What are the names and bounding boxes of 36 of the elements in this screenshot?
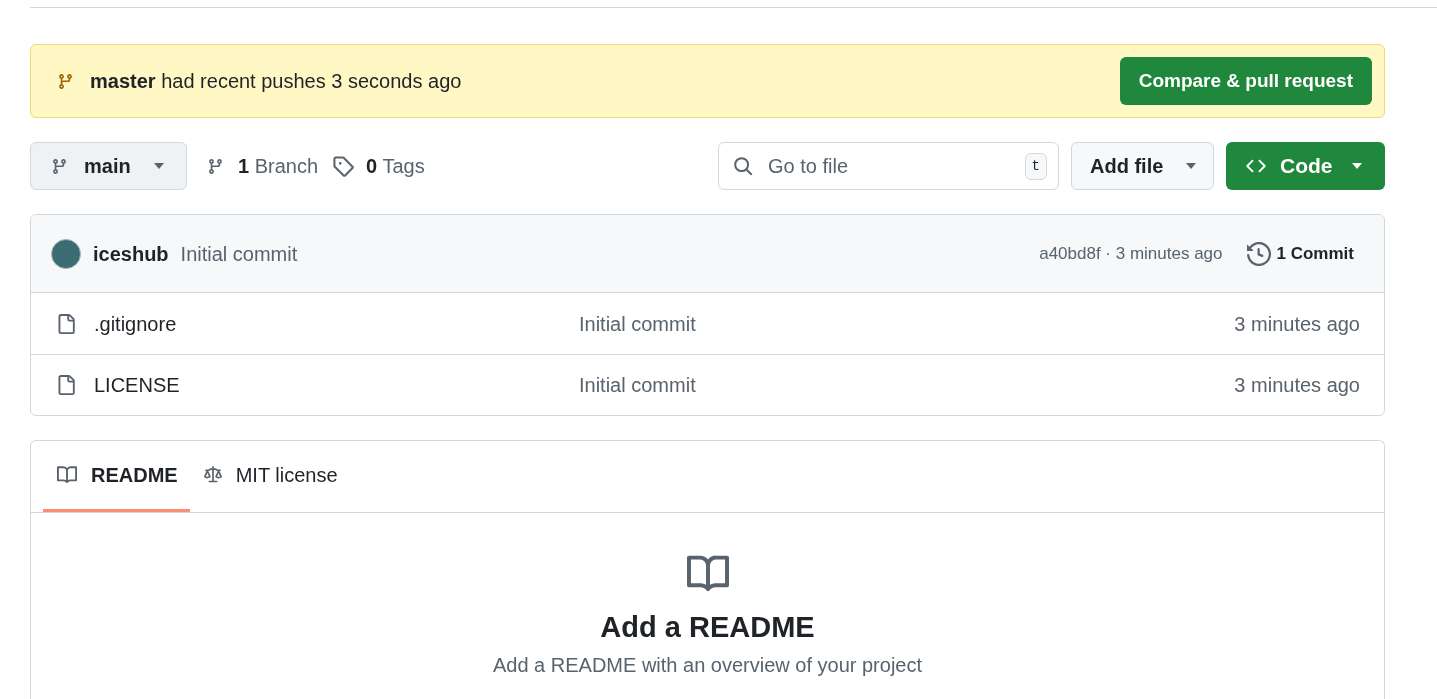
file-name-link[interactable]: .gitignore: [94, 308, 579, 339]
caret-icon: [1350, 162, 1363, 170]
code-button[interactable]: Code: [1226, 142, 1385, 190]
avatar: [51, 238, 81, 269]
branch-icon: [57, 72, 74, 90]
scale-icon: [201, 465, 224, 484]
shortcut-key: t: [1024, 153, 1047, 180]
commit-message: Initial commit: [180, 241, 298, 267]
file-commit-link[interactable]: Initial commit: [579, 308, 696, 339]
file-commit-link[interactable]: Initial commit: [579, 370, 696, 400]
compare-pull-request-button[interactable]: Compare & pull request: [1119, 57, 1372, 105]
book-icon: [55, 464, 79, 485]
add-file-button[interactable]: Add file: [1071, 142, 1214, 190]
commit-hash-time: a40bd8f · 3 minutes ago: [1039, 242, 1223, 265]
caret-icon: [152, 162, 165, 170]
history-icon: [1246, 241, 1271, 266]
file-name-link[interactable]: LICENSE: [94, 370, 579, 400]
branch-icon: [51, 157, 68, 175]
commits-link[interactable]: 1 Commit: [1246, 240, 1354, 267]
file-icon: [56, 374, 76, 396]
file-time: 3 minutes ago: [1234, 373, 1360, 398]
branch-selector[interactable]: main: [30, 142, 187, 190]
branch-icon: [207, 157, 224, 175]
readme-tab[interactable]: MIT license: [189, 440, 350, 512]
author-link[interactable]: iceshub: [93, 238, 169, 269]
search-icon: [732, 155, 754, 177]
file-time: 3 minutes ago: [1234, 311, 1360, 337]
tags-link[interactable]: 0 Tags: [332, 151, 425, 181]
readme-tab[interactable]: README: [43, 440, 190, 512]
push-message: master had recent pushes 3 seconds ago: [90, 69, 462, 94]
file-icon: [56, 312, 76, 335]
readme-title: Add a README: [600, 610, 815, 645]
branches-link[interactable]: 1 Branch: [207, 151, 319, 181]
caret-icon: [1185, 162, 1198, 170]
readme-description: Add a README with an overview of your project: [492, 653, 923, 677]
tag-icon: [332, 155, 355, 177]
